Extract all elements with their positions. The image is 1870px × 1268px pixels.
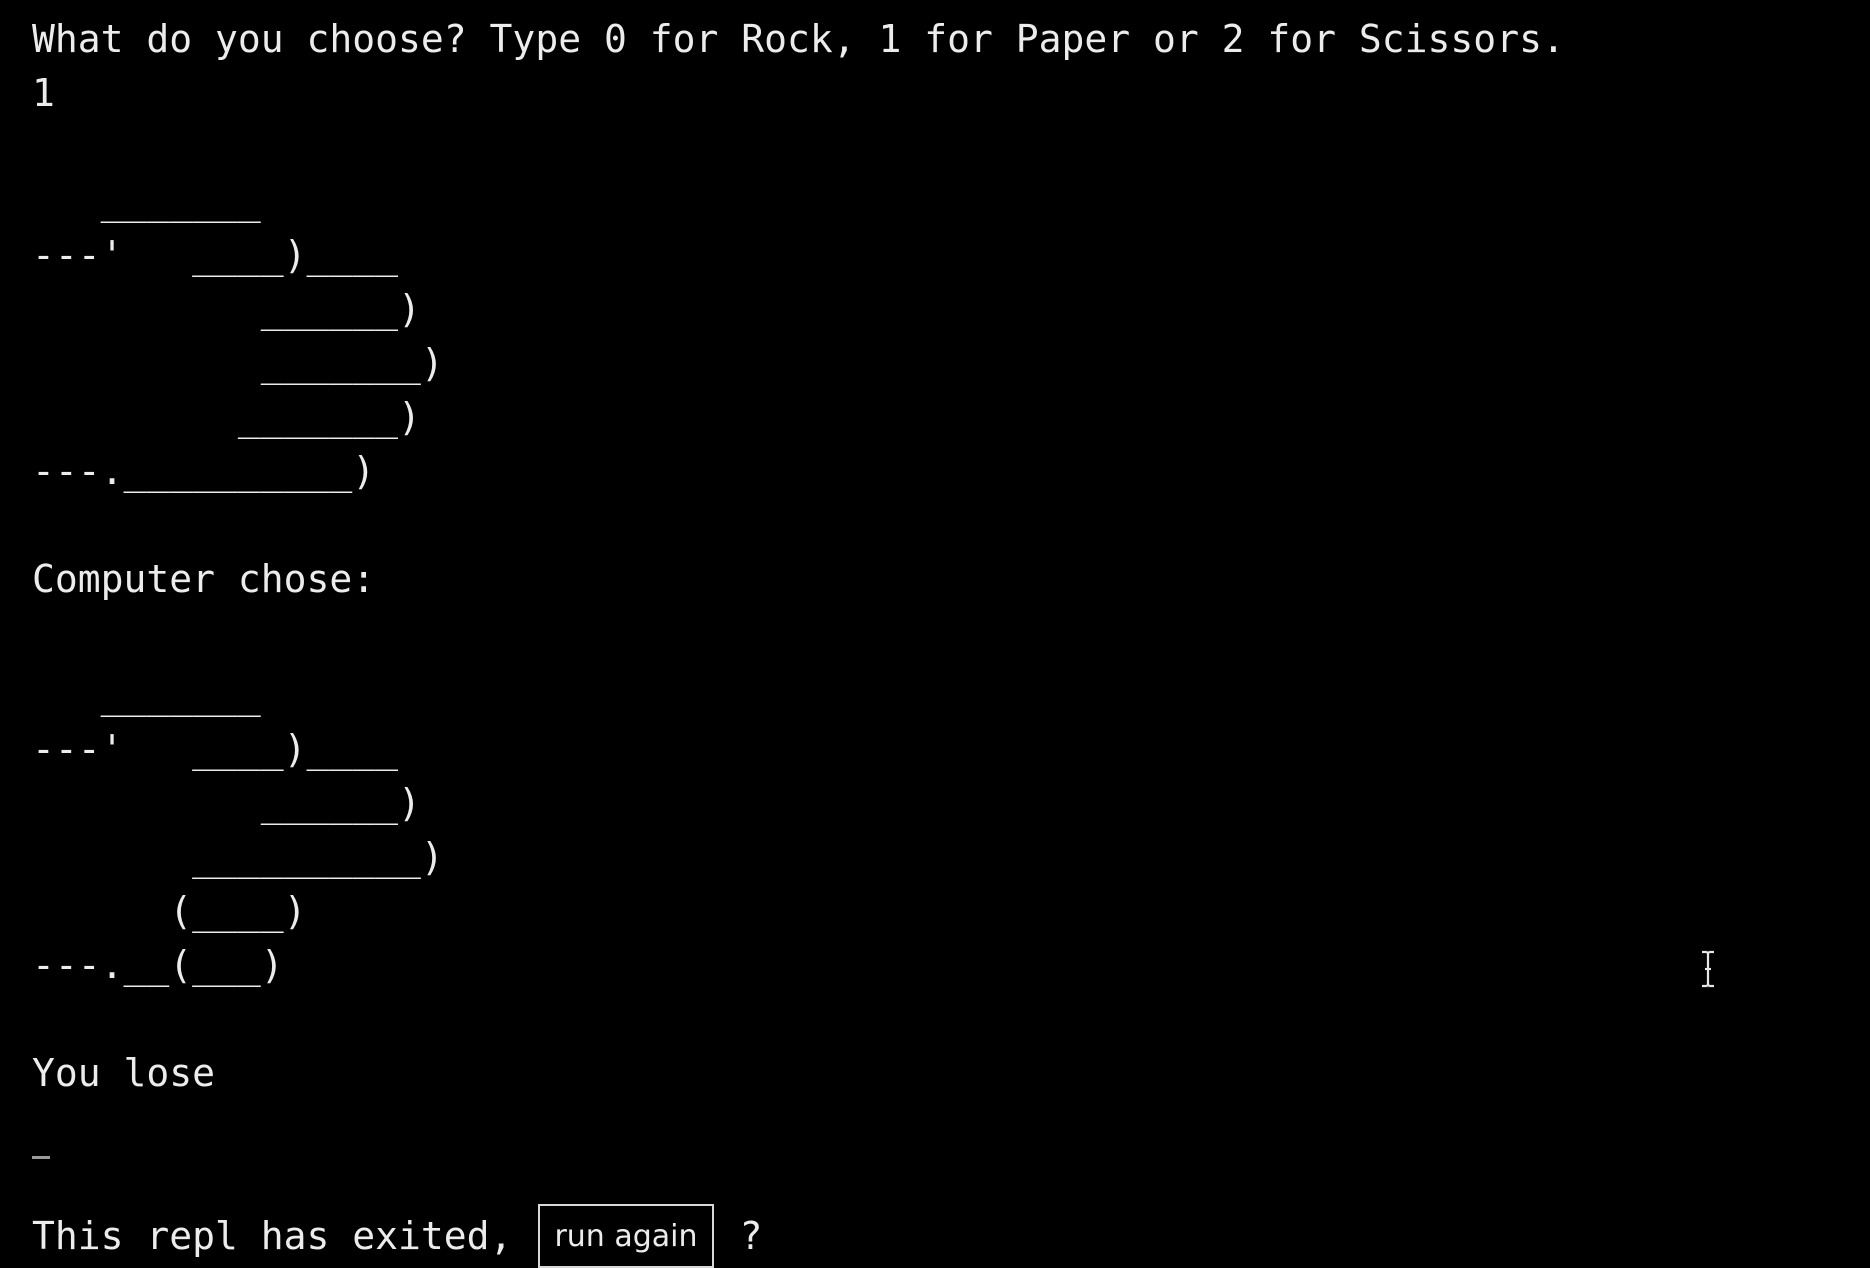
- terminal-output: What do you choose? Type 0 for Rock, 1 f…: [32, 12, 1838, 1268]
- game-result: You lose: [32, 1051, 216, 1095]
- choice-prompt: What do you choose? Type 0 for Rock, 1 f…: [32, 17, 1565, 61]
- run-again-button[interactable]: run again: [538, 1204, 714, 1268]
- computer-scissors-ascii-art: _______ ---' ____)____ ______) _________…: [32, 673, 444, 987]
- input-caret-line: [32, 1120, 1838, 1164]
- user-input-echo: 1: [32, 71, 55, 115]
- exit-message: This repl has exited,: [32, 1214, 513, 1258]
- exit-suffix: ?: [739, 1214, 763, 1258]
- text-cursor-icon: [1702, 950, 1714, 988]
- exit-status: This repl has exited, run again ?: [32, 1204, 1838, 1268]
- caret-icon: [32, 1156, 50, 1159]
- player-paper-ascii-art: _______ ---' ____)____ ______) _______) …: [32, 179, 444, 493]
- computer-chose-label: Computer chose:: [32, 557, 376, 601]
